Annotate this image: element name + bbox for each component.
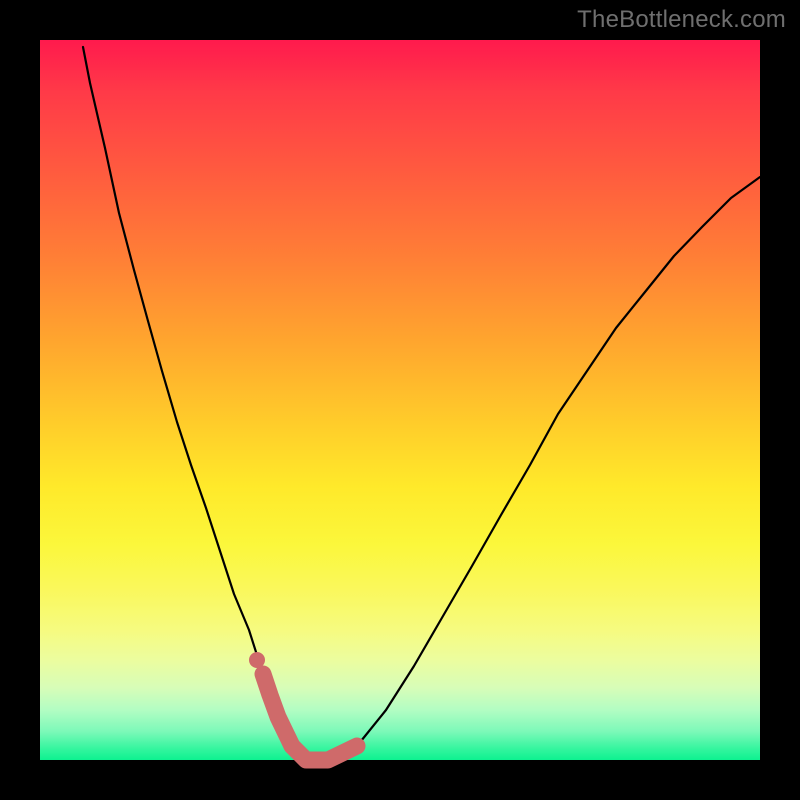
main-curve (83, 47, 760, 760)
curve-svg (40, 40, 760, 760)
highlight-curve (263, 674, 357, 760)
plot-area (40, 40, 760, 760)
watermark-text: TheBottleneck.com (577, 6, 786, 34)
chart-frame: TheBottleneck.com (0, 0, 800, 800)
highlight-dot (249, 652, 265, 668)
